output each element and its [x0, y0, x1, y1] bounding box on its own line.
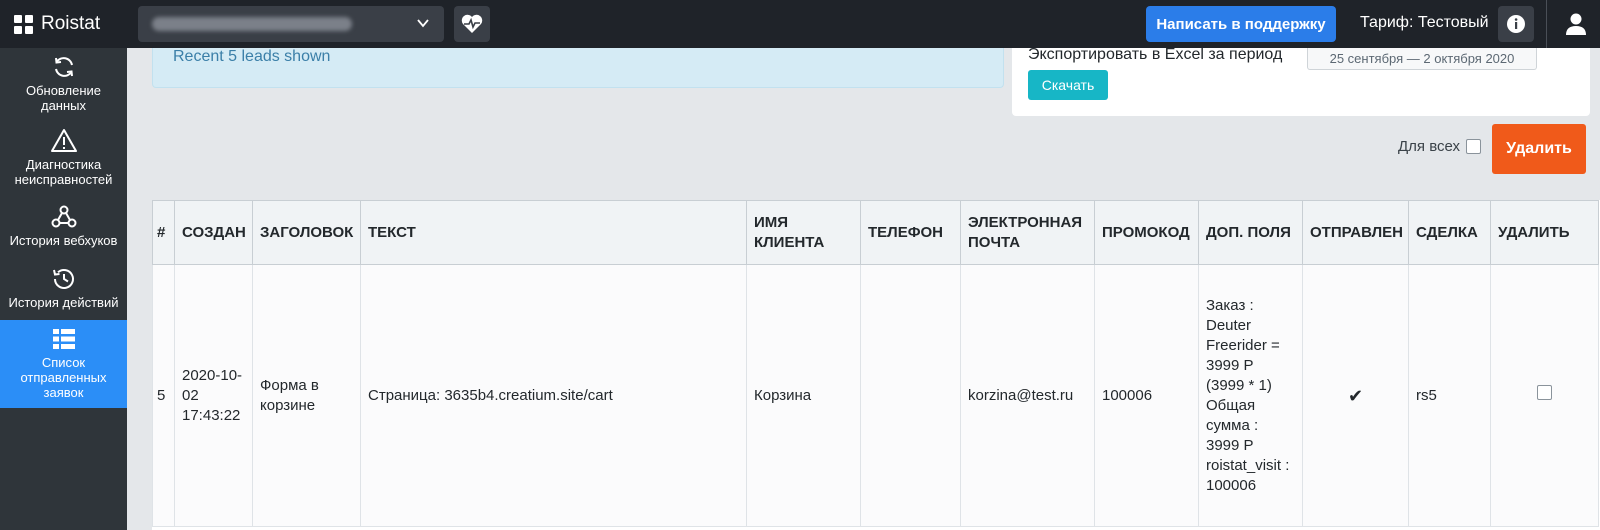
column-header-text: Текст: [360, 200, 747, 265]
cell-promo: 100006: [1094, 264, 1199, 527]
sidebar-item-label: Обновление данных: [25, 83, 102, 113]
health-button[interactable]: [454, 6, 490, 42]
logo[interactable]: Roistat: [0, 0, 124, 48]
column-header-sent: Отправлен: [1302, 200, 1409, 265]
sidebar-item-webhooks[interactable]: История вебхуков: [0, 204, 127, 256]
webhook-icon: [51, 205, 76, 228]
column-header-extra: Доп. поля: [1198, 200, 1303, 265]
cell-sent-check-icon: ✔: [1302, 264, 1409, 527]
cell-created: 2020-10-02 17:43:22: [174, 264, 253, 527]
column-header-email: Электронная почта: [960, 200, 1095, 265]
project-name-blurred: [152, 17, 352, 31]
leads-table: # Создан Заголовок Текст Имя клиента Тел…: [152, 200, 1600, 530]
info-icon: [1507, 15, 1525, 33]
cell-extra: Заказ : Deuter Freerider = 3999 Р (3999 …: [1198, 264, 1303, 527]
sidebar-item-label: История действий: [8, 295, 119, 310]
logo-grid-icon: [14, 14, 33, 34]
for-all-checkbox[interactable]: [1466, 139, 1482, 154]
cell-delete: [1490, 264, 1599, 527]
sidebar-item-history[interactable]: История действий: [0, 266, 127, 318]
user-menu-button[interactable]: [1558, 6, 1594, 42]
export-label: Экспортировать в Excel за период: [1028, 46, 1283, 63]
logo-text: Roistat: [41, 13, 101, 34]
column-header-created: Создан: [174, 200, 253, 265]
delete-button[interactable]: Удалить: [1492, 124, 1586, 174]
cell-client-name: Корзина: [746, 264, 861, 527]
sidebar: Обновление данных Диагностика неисправно…: [0, 48, 127, 530]
info-button[interactable]: [1498, 6, 1534, 42]
warning-icon: [50, 129, 77, 152]
sidebar-item-data-update[interactable]: Обновление данных: [0, 54, 127, 118]
for-all-label: Для всех: [1398, 138, 1461, 155]
column-header-deal: Сделка: [1408, 200, 1491, 265]
heart-pulse-icon: [461, 14, 483, 33]
support-button[interactable]: Написать в поддержку: [1146, 6, 1336, 42]
cell-email: korzina@test.ru: [960, 264, 1095, 527]
history-icon: [52, 269, 74, 289]
user-icon: [1566, 13, 1586, 35]
column-header-phone: Телефон: [860, 200, 961, 265]
cell-num: 5: [152, 264, 175, 527]
sidebar-item-label: История вебхуков: [9, 233, 118, 248]
column-header-delete: Удалить: [1490, 200, 1599, 265]
topbar-divider: [1546, 0, 1547, 48]
project-select[interactable]: [138, 6, 444, 42]
cell-title: Форма в корзине: [252, 264, 361, 527]
info-alert: Recent 5 leads shown: [152, 48, 1004, 88]
refresh-icon: [54, 57, 73, 77]
chevron-down-icon: [417, 19, 429, 28]
top-bar: Roistat Написать в поддержку Тариф: Тест…: [0, 0, 1600, 48]
sidebar-item-sent-leads[interactable]: Список отправленных заявок: [0, 320, 127, 408]
column-header-num: #: [152, 200, 175, 265]
cell-text: Страница: 3635b4.creatium.site/cart: [360, 264, 747, 527]
column-header-client-name: Имя клиента: [746, 200, 861, 265]
column-header-title: Заголовок: [252, 200, 361, 265]
list-icon: [52, 329, 75, 349]
tariff-label[interactable]: Тариф: Тестовый: [1360, 14, 1489, 32]
table-row: 5 2020-10-02 17:43:22 Форма в корзине Ст…: [152, 264, 1599, 527]
column-header-promo: Промокод: [1094, 200, 1199, 265]
for-all-toggle[interactable]: Для всех: [1398, 138, 1482, 155]
download-button[interactable]: Скачать: [1028, 70, 1108, 100]
table-header-row: # Создан Заголовок Текст Имя клиента Тел…: [152, 200, 1599, 265]
row-delete-checkbox[interactable]: [1537, 385, 1552, 400]
date-range-picker[interactable]: 25 сентября — 2 октября 2020: [1307, 48, 1537, 70]
cell-phone: [860, 264, 961, 527]
sidebar-item-diagnostics[interactable]: Диагностика неисправностей: [0, 128, 127, 192]
cell-deal[interactable]: rs5: [1408, 264, 1491, 527]
sidebar-item-label: Список отправленных заявок: [20, 355, 107, 400]
sidebar-item-label: Диагностика неисправностей: [14, 157, 113, 187]
alert-text: Recent 5 leads shown: [173, 48, 331, 65]
export-card: Экспортировать в Excel за период 25 сент…: [1012, 46, 1590, 116]
